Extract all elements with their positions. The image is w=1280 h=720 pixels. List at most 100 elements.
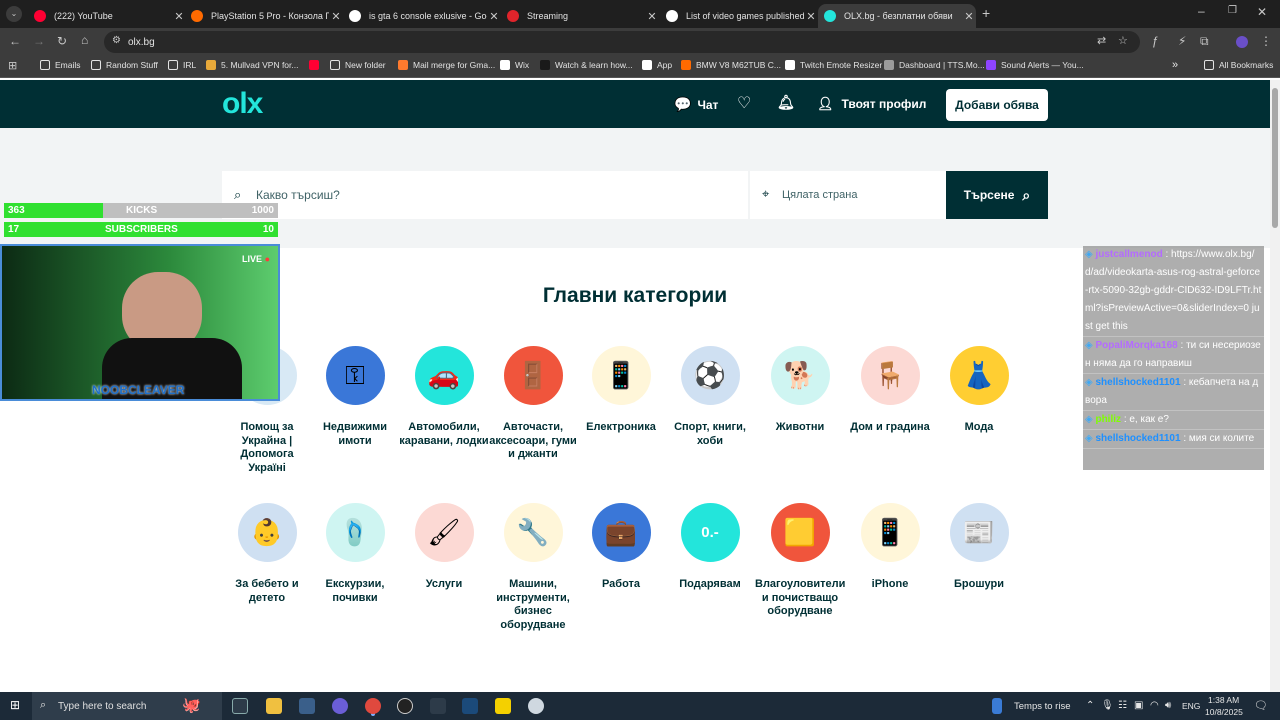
tab-1[interactable]: (222) YouTube ✕ [28, 4, 186, 28]
taskbar-search-input[interactable]: ⌕ Type here to search 🐙 [32, 692, 222, 720]
category-item[interactable]: 0.- Подарявам [665, 503, 755, 592]
profile-link[interactable]: 👤︎ Твоят профил [817, 96, 926, 112]
olx-logo[interactable]: olx [222, 89, 263, 119]
app-icon-2[interactable] [430, 698, 446, 714]
category-label: Животни [775, 421, 825, 433]
bookmarks-overflow-icon[interactable]: » [1172, 59, 1178, 71]
minimize-icon[interactable]: – [1198, 4, 1205, 18]
tab-close-icon[interactable]: ✕ [329, 10, 343, 23]
app-icon-3[interactable] [528, 698, 544, 714]
bookmark-item[interactable]: Emails [40, 60, 81, 70]
tab-2[interactable]: PlayStation 5 Pro - Конзола Пл ✕ [185, 4, 343, 28]
bookmark-item[interactable]: Twitch Emote Resizer [785, 60, 882, 70]
page-scrollbar[interactable] [1270, 80, 1280, 692]
bookmark-item[interactable]: New folder [330, 60, 386, 70]
tab-6[interactable]: OLX.bg - безплатни обяви ✕ [818, 4, 976, 28]
tab-close-icon[interactable]: ✕ [645, 10, 659, 23]
new-tab-icon[interactable]: + [982, 5, 990, 21]
search-input[interactable]: ⌕ Какво търсиш? [222, 171, 748, 219]
favorites-heart-icon[interactable]: ♡ [737, 93, 751, 113]
sticky-notes-icon[interactable] [495, 698, 511, 714]
bookmark-item[interactable]: Watch & learn how... [540, 60, 633, 70]
tab-close-icon[interactable]: ✕ [172, 10, 186, 23]
forward-icon[interactable]: → [33, 34, 45, 48]
all-bookmarks[interactable]: All Bookmarks [1204, 60, 1273, 70]
category-item[interactable]: ⚽ Спорт, книги, хоби [665, 346, 755, 448]
category-item[interactable]: 🚪 Авточасти, аксесоари, гуми и джанти [488, 346, 578, 462]
apps-grid-icon[interactable]: ⊞ [8, 59, 17, 72]
tray-overflow-icon[interactable]: ⌃ [1086, 700, 1094, 711]
bookmark-item[interactable]: IRL [168, 60, 196, 70]
category-item[interactable]: 🟨 Влагоуловители и почистващо оборудване [755, 503, 845, 619]
category-item[interactable]: 🪑 Дом и градина [845, 346, 935, 435]
translate-icon[interactable]: ⇄ [1097, 34, 1106, 47]
chrome-icon[interactable] [365, 698, 381, 714]
bookmark-item[interactable]: Wix [500, 60, 529, 70]
restore-icon[interactable]: ❐ [1228, 5, 1237, 16]
microphone-icon[interactable]: 🎙︎ [1101, 700, 1114, 711]
close-window-icon[interactable]: ✕ [1257, 5, 1267, 19]
network-icon[interactable]: ☷ [1118, 700, 1127, 711]
reload-icon[interactable]: ↻ [57, 34, 67, 48]
task-view-icon[interactable] [232, 698, 248, 714]
clock-date[interactable]: 10/8/2025 [1205, 707, 1243, 717]
bookmark-item[interactable] [309, 60, 324, 70]
app-icon[interactable] [299, 698, 315, 714]
site-info-icon[interactable]: ⚙ [112, 35, 121, 46]
extensions-puzzle-icon[interactable]: ⧉ [1200, 34, 1209, 49]
tab-close-icon[interactable]: ✕ [962, 10, 976, 23]
back-icon[interactable]: ← [9, 34, 21, 48]
category-item[interactable]: 💼 Работа [576, 503, 666, 592]
profile-avatar[interactable] [1236, 36, 1248, 48]
bookmark-item[interactable]: App [642, 60, 672, 70]
category-item[interactable]: 📰 Брошури [934, 503, 1024, 592]
category-item[interactable]: 🚗 Автомобили, каравани, лодки [399, 346, 489, 448]
bookmark-item[interactable]: Random Stuff [91, 60, 158, 70]
tab-close-icon[interactable]: ✕ [487, 10, 501, 23]
scrollbar-thumb[interactable] [1272, 88, 1278, 228]
notifications-bell-icon[interactable]: 🔔︎ [777, 94, 795, 111]
category-item[interactable]: 🔧 Машини, инструменти, бизнес оборудване [488, 503, 578, 632]
wifi-icon[interactable]: ◠ [1150, 700, 1159, 711]
category-item[interactable]: 📱 Електроника [576, 346, 666, 435]
bookmark-item[interactable]: BMW V8 M62TUB C... [681, 60, 781, 70]
bookmark-item[interactable]: Sound Alerts — You... [986, 60, 1084, 70]
add-listing-button[interactable]: Добави обява [946, 89, 1048, 121]
tab-close-icon[interactable]: ✕ [804, 10, 818, 23]
file-explorer-icon[interactable] [266, 698, 282, 714]
tab-5[interactable]: List of video games published b ✕ [660, 4, 818, 28]
volume-icon[interactable]: 🔊︎ [1165, 700, 1171, 711]
bookmark-item[interactable]: Dashboard | TTS.Mo... [884, 60, 985, 70]
bookmark-star-icon[interactable]: ☆ [1118, 34, 1128, 47]
obs-icon[interactable] [397, 698, 413, 714]
category-item[interactable]: 🖌 Услуги [399, 503, 489, 592]
tab-4[interactable]: Streaming ✕ [501, 4, 659, 28]
extension-icon-2[interactable]: ⚡ [1178, 34, 1186, 48]
language-indicator[interactable]: ENG [1182, 701, 1200, 711]
category-item[interactable]: 🐕 Животни [755, 346, 845, 435]
category-item[interactable]: 📱 iPhone [845, 503, 935, 592]
location-input[interactable]: ⌖ Цялата страна [750, 171, 946, 219]
category-item[interactable]: 👗 Мода [934, 346, 1024, 435]
windows-start-icon[interactable]: ⊞ [10, 698, 20, 712]
weather-icon[interactable] [992, 698, 1002, 714]
bookmark-item[interactable]: 5. Mullvad VPN for... [206, 60, 298, 70]
category-item[interactable]: ⚿ Недвижими имоти [310, 346, 400, 448]
extension-icon[interactable]: ƒ [1152, 34, 1159, 48]
tab-3[interactable]: is gta 6 console exlusive - Goo ✕ [343, 4, 501, 28]
steam-icon[interactable] [462, 698, 478, 714]
weather-text[interactable]: Temps to rise [1014, 701, 1071, 712]
category-item[interactable]: 🩴 Екскурзии, почивки [310, 503, 400, 605]
search-button[interactable]: Търсене ⌕ [946, 171, 1048, 219]
browser-app-icon[interactable] [332, 698, 348, 714]
chat-link[interactable]: 💬 Чат [674, 96, 718, 113]
display-icon[interactable]: ▣ [1134, 700, 1143, 711]
category-item[interactable]: 👶 За бебето и детето [222, 503, 312, 605]
notifications-icon[interactable]: 🗨︎ [1254, 699, 1268, 712]
menu-kebab-icon[interactable]: ⋮ [1260, 34, 1272, 48]
bookmark-item[interactable]: Mail merge for Gma... [398, 60, 495, 70]
tab-search-icon[interactable]: ⌄ [6, 6, 22, 22]
home-icon[interactable]: ⌂ [81, 33, 88, 47]
clock-time[interactable]: 1:38 AM [1208, 695, 1239, 705]
url-bar[interactable]: ⚙ olx.bg ⇄ ☆ [104, 31, 1140, 53]
